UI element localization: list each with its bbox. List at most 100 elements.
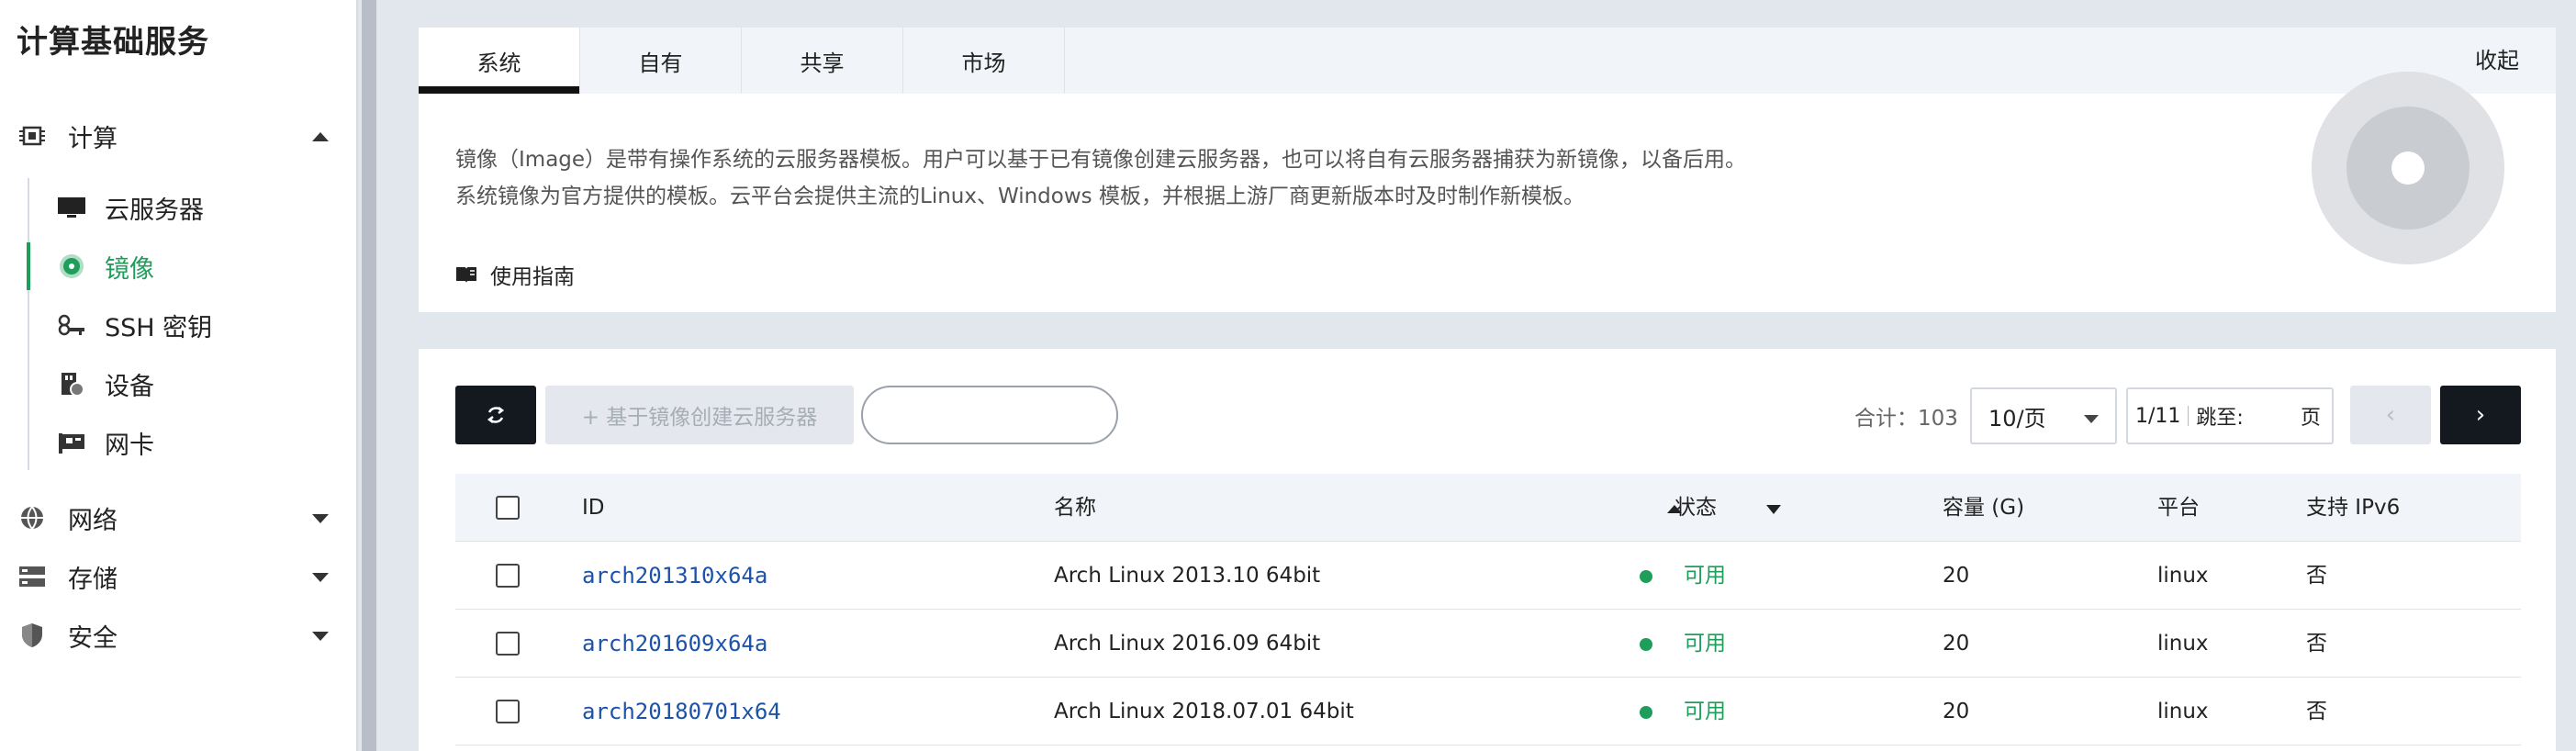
nav-group-label: 网络 (68, 506, 118, 535)
sidebar-item-label: 设备 (105, 372, 154, 401)
image-capacity: 20 (1943, 700, 1970, 723)
monitor-icon (58, 197, 85, 218)
next-page-button[interactable]: › (2440, 386, 2521, 444)
table-row[interactable]: arch20180701x64 Arch Linux 2018.07.01 64… (455, 678, 2521, 745)
page-size-value: 10/页 (1988, 405, 2046, 432)
description-line-2: 系统镜像为官方提供的模板。云平台会提供主流的Linux、Windows 模板，并… (455, 185, 1585, 208)
chevron-down-icon (312, 514, 329, 523)
nic-icon (59, 433, 84, 454)
image-ipv6: 否 (2306, 632, 2327, 656)
chevron-left-icon: ‹ (2385, 401, 2396, 429)
tab-market[interactable]: 市场 (903, 28, 1065, 94)
book-icon (456, 267, 476, 283)
column-header-status: 状态 (1674, 496, 1717, 520)
column-header-platform: 平台 (2157, 496, 2200, 520)
column-header-name: 名称 (1054, 496, 1096, 520)
tab-system[interactable]: 系统 (419, 28, 580, 94)
chevron-up-icon (312, 132, 329, 141)
chevron-down-icon (2084, 415, 2099, 423)
image-capacity: 20 (1943, 632, 1970, 656)
user-guide-label: 使用指南 (490, 265, 575, 289)
key-icon (58, 314, 84, 336)
image-id-link[interactable]: arch201609x64a (582, 610, 767, 678)
image-id-link[interactable]: arch20180701x64 (582, 678, 781, 745)
search-input[interactable] (861, 386, 1118, 444)
column-header-capacity: 容量 (G) (1943, 496, 2025, 520)
image-name: Arch Linux 2018.07.01 64bit (1054, 700, 1354, 723)
sidebar-item-nic[interactable]: 网卡 (29, 413, 358, 472)
prev-page-button[interactable]: ‹ (2350, 386, 2431, 444)
image-platform: linux (2157, 564, 2209, 588)
sidebar-scrollbar[interactable] (362, 0, 376, 751)
nav-group-compute[interactable]: 计算 (0, 106, 358, 165)
globe-icon (21, 506, 43, 530)
nav-group-label: 安全 (68, 623, 118, 653)
image-ipv6: 否 (2306, 564, 2327, 588)
sidebar-item-label: 镜像 (105, 254, 154, 284)
nav-group-label: 计算 (68, 124, 118, 153)
nav-group-network[interactable]: 网络 (0, 488, 358, 547)
shield-icon (22, 623, 42, 647)
status-dot-icon (1640, 706, 1652, 719)
tab-shared[interactable]: 共享 (742, 28, 903, 94)
chevron-right-icon: › (2475, 401, 2486, 429)
jump-unit: 页 (2300, 407, 2321, 430)
create-server-from-image-button[interactable]: + 基于镜像创建云服务器 (545, 386, 854, 444)
image-status: 可用 (1684, 632, 1726, 656)
sidebar-item-label: 网卡 (105, 431, 154, 460)
image-status: 可用 (1684, 564, 1726, 588)
collapse-button[interactable]: 收起 (2475, 28, 2519, 94)
sidebar-item-label: 云服务器 (105, 196, 204, 225)
sidebar-item-device[interactable]: 设备 (29, 354, 358, 413)
sidebar-item-label: SSH 密钥 (105, 313, 213, 342)
nav-group-security[interactable]: 安全 (0, 606, 358, 665)
page-jump-field[interactable]: 1/11 跳至: 页 (2126, 387, 2334, 444)
image-platform: linux (2157, 632, 2209, 656)
row-checkbox[interactable] (496, 700, 520, 723)
sidebar-item-ssh-key[interactable]: SSH 密钥 (29, 296, 358, 354)
nav-group-storage[interactable]: 存储 (0, 547, 358, 606)
sidebar-item-cloud-server[interactable]: 云服务器 (29, 178, 358, 237)
info-card: 系统 自有 共享 市场 收起 镜像（Image）是带有操作系统的云服务器模板。用… (419, 28, 2556, 312)
image-list-card: + 基于镜像创建云服务器 合计：103 10/页 1/11 跳至: 页 ‹ › … (419, 349, 2556, 751)
image-ipv6: 否 (2306, 700, 2327, 723)
disc-hole (2391, 151, 2425, 185)
refresh-button[interactable] (455, 386, 536, 444)
chip-icon (19, 126, 45, 146)
select-all-checkbox[interactable] (496, 496, 520, 520)
page-indicator: 1/11 (2135, 404, 2181, 428)
user-guide-link[interactable]: 使用指南 (455, 259, 575, 290)
nav-group-label: 存储 (68, 565, 118, 594)
chevron-down-icon (312, 632, 329, 641)
image-status: 可用 (1684, 700, 1726, 723)
page-separator (2188, 406, 2190, 426)
status-dot-icon (1640, 638, 1652, 651)
column-header-ipv6: 支持 IPv6 (2306, 496, 2401, 520)
storage-icon (19, 566, 45, 587)
jump-label: 跳至: (2196, 407, 2244, 430)
tab-own[interactable]: 自有 (580, 28, 742, 94)
row-checkbox[interactable] (496, 564, 520, 588)
image-id-link[interactable]: arch201310x64a (582, 542, 767, 610)
disc-icon (60, 254, 84, 278)
description-line-1: 镜像（Image）是带有操作系统的云服务器模板。用户可以基于已有镜像创建云服务器… (455, 148, 1747, 172)
table-row[interactable]: arch201609x64a Arch Linux 2016.09 64bit … (455, 610, 2521, 678)
image-tabs: 系统 自有 共享 市场 收起 (419, 28, 2556, 94)
filter-dropdown-icon[interactable] (1766, 505, 1781, 514)
total-count: 合计：103 (1854, 407, 1958, 431)
sidebar: 计算基础服务 计算 云服务器 镜像 SSH 密钥 设备 网卡 网络 存储 安全 (0, 0, 358, 751)
sidebar-title: 计算基础服务 (17, 24, 209, 61)
page-size-select[interactable]: 10/页 (1970, 387, 2117, 444)
usb-device-icon (62, 373, 84, 397)
table-row[interactable]: arch201310x64a Arch Linux 2013.10 64bit … (455, 542, 2521, 610)
compute-sub-list: 云服务器 镜像 SSH 密钥 设备 网卡 (27, 178, 358, 472)
chevron-down-icon (312, 573, 329, 582)
row-checkbox[interactable] (496, 632, 520, 656)
table-header: ID 名称 状态 容量 (G) 平台 支持 IPv6 (455, 474, 2521, 542)
status-dot-icon (1640, 570, 1652, 583)
sidebar-item-image[interactable]: 镜像 (27, 237, 358, 296)
image-name: Arch Linux 2016.09 64bit (1054, 632, 1321, 656)
disc-illustration-icon (2312, 72, 2504, 264)
refresh-icon (487, 407, 505, 423)
column-header-id: ID (582, 496, 605, 520)
